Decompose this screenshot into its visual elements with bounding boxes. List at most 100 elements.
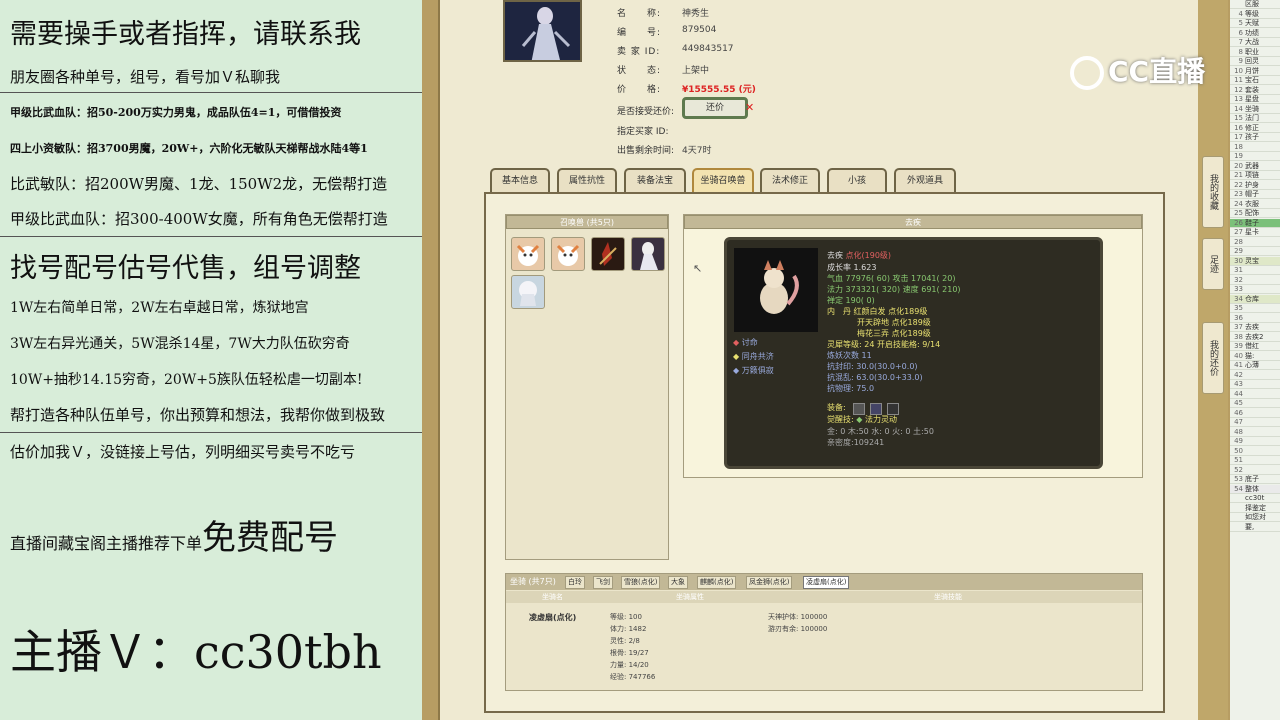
sheet-row[interactable]: 17 孩子: [1230, 133, 1280, 142]
close-icon[interactable]: ✕: [745, 101, 754, 114]
sheet-row[interactable]: 28: [1230, 238, 1280, 247]
sheet-row[interactable]: 20 武器: [1230, 162, 1280, 171]
sheet-row[interactable]: 37 去疾: [1230, 323, 1280, 332]
sheet-row[interactable]: 16 修正: [1230, 124, 1280, 133]
sheet-row[interactable]: 9 回灵: [1230, 57, 1280, 66]
skill-1[interactable]: 讨命: [742, 338, 758, 347]
sheet-row[interactable]: 23 帽子: [1230, 190, 1280, 199]
sheet-row[interactable]: 区服: [1230, 0, 1280, 9]
summon-thumb-2[interactable]: [551, 237, 585, 271]
sheet-row[interactable]: 42: [1230, 371, 1280, 380]
mount-tab-7[interactable]: 凌虚扇(点化): [803, 576, 850, 589]
skill-3[interactable]: 万籁俱寂: [742, 366, 774, 375]
sheet-row[interactable]: 5 天赋: [1230, 19, 1280, 28]
skill-icon: ◆: [733, 338, 740, 347]
sheet-row[interactable]: 24 衣服: [1230, 200, 1280, 209]
tab-attributes[interactable]: 属性抗性: [557, 168, 617, 192]
stat-hp: 气血 77976( 60): [827, 274, 890, 283]
sheet-row[interactable]: 40 猫:: [1230, 352, 1280, 361]
sheet-row-number: 11: [1234, 76, 1243, 84]
sheet-row[interactable]: 13 星盘: [1230, 95, 1280, 104]
my-bargains-button[interactable]: 我的还价: [1202, 322, 1224, 394]
tab-spell-mods[interactable]: 法术修正: [760, 168, 820, 192]
sheet-row[interactable]: 31: [1230, 266, 1280, 275]
sheet-row-number: 52: [1234, 465, 1243, 474]
sheet-row[interactable]: 7 大战: [1230, 38, 1280, 47]
sheet-row[interactable]: 38 去疾2: [1230, 333, 1280, 342]
mount-tab-5[interactable]: 麒麟(点化): [697, 576, 737, 589]
sheet-row[interactable]: 48: [1230, 428, 1280, 437]
sheet-row[interactable]: 47: [1230, 418, 1280, 427]
summon-thumb-4[interactable]: [631, 237, 665, 271]
sheet-row[interactable]: 35: [1230, 304, 1280, 313]
sheet-row[interactable]: 54 整体: [1230, 484, 1280, 494]
mount-tab-4[interactable]: 大象: [668, 576, 688, 589]
sheet-row[interactable]: 43: [1230, 380, 1280, 389]
sheet-row[interactable]: 39 借红: [1230, 342, 1280, 351]
sheet-row[interactable]: 49: [1230, 437, 1280, 446]
sheet-row[interactable]: 择鉴定: [1230, 504, 1280, 513]
sheet-row[interactable]: 25 配饰: [1230, 209, 1280, 218]
summon-thumb-3[interactable]: [591, 237, 625, 271]
sheet-row[interactable]: 11 宝石: [1230, 76, 1280, 85]
sheet-row[interactable]: 33: [1230, 285, 1280, 294]
tab-child[interactable]: 小孩: [827, 168, 887, 192]
sheet-row[interactable]: 要,: [1230, 523, 1280, 532]
sheet-row[interactable]: 29: [1230, 247, 1280, 256]
sheet-row[interactable]: 8 职业: [1230, 48, 1280, 57]
tab-equipment[interactable]: 装备法宝: [624, 168, 686, 192]
mount-tab-6[interactable]: 凤金狮(点化): [746, 576, 793, 589]
sheet-row-number: 36: [1234, 313, 1243, 322]
sheet-row-text: 配饰: [1245, 209, 1259, 217]
sheet-row[interactable]: 34 仓库: [1230, 294, 1280, 304]
sheet-row[interactable]: 36: [1230, 314, 1280, 323]
sheet-row[interactable]: 44: [1230, 390, 1280, 399]
sheet-row[interactable]: 6 功绩: [1230, 29, 1280, 38]
favorites-button[interactable]: 我的收藏: [1202, 156, 1224, 228]
sheet-row[interactable]: 50: [1230, 447, 1280, 456]
skill-icon: ◆: [733, 352, 740, 361]
tab-appearance[interactable]: 外观道具: [894, 168, 956, 192]
tab-mount-summon[interactable]: 坐骑召唤兽: [692, 168, 754, 192]
mount-tab-3[interactable]: 雪狼(点化): [621, 576, 661, 589]
sheet-row[interactable]: 如您对: [1230, 513, 1280, 522]
skill-2[interactable]: 同舟共济: [742, 352, 774, 361]
mount-tab-2[interactable]: 飞剑: [593, 576, 613, 589]
tab-basic-info[interactable]: 基本信息: [490, 168, 550, 192]
sheet-row[interactable]: 27 星卡: [1230, 228, 1280, 237]
sheet-row[interactable]: 22 护身: [1230, 181, 1280, 190]
sheet-row[interactable]: 19: [1230, 152, 1280, 161]
sheet-row[interactable]: 18: [1230, 143, 1280, 152]
sheet-row[interactable]: 14 坐骑: [1230, 105, 1280, 114]
sheet-row-number: 5: [1238, 19, 1243, 27]
sheet-row[interactable]: 30 灵宝: [1230, 256, 1280, 266]
sheet-row[interactable]: 26 鞋子: [1230, 218, 1280, 228]
bargain-button[interactable]: 还价: [682, 97, 748, 119]
sheet-row[interactable]: 41 心薄: [1230, 361, 1280, 370]
sheet-row-text: 借红: [1245, 342, 1259, 350]
sheet-row[interactable]: 32: [1230, 276, 1280, 285]
awake-label: 觉醒技:: [827, 415, 854, 424]
summon-thumb-5[interactable]: [511, 275, 545, 309]
sheet-row-number: 9: [1238, 57, 1243, 65]
sheet-row-number: 4: [1238, 9, 1243, 18]
mount-tab-1[interactable]: 白玲: [565, 576, 585, 589]
stat-speed: 速度 691( 210): [902, 285, 961, 294]
sheet-row[interactable]: 12 套装: [1230, 86, 1280, 95]
fox-icon: [556, 244, 580, 266]
sheet-row[interactable]: 53 底子: [1230, 475, 1280, 484]
sheet-row-number: 14: [1234, 104, 1243, 113]
sheet-row[interactable]: 21 项链: [1230, 171, 1280, 180]
sheet-row[interactable]: 51: [1230, 456, 1280, 465]
footprint-button[interactable]: 足迹: [1202, 238, 1224, 290]
sheet-row[interactable]: 4 等级: [1230, 10, 1280, 19]
sheet-row[interactable]: 15 法门: [1230, 114, 1280, 123]
sheet-row[interactable]: 52: [1230, 466, 1280, 475]
fox-spirit-icon: [760, 260, 799, 314]
sheet-row-number: 8: [1238, 47, 1243, 56]
sheet-row[interactable]: 45: [1230, 399, 1280, 408]
sheet-row[interactable]: cc30t: [1230, 494, 1280, 503]
sheet-row[interactable]: 46: [1230, 409, 1280, 418]
summon-thumb-1[interactable]: [511, 237, 545, 271]
sheet-row[interactable]: 10 月饼: [1230, 67, 1280, 76]
